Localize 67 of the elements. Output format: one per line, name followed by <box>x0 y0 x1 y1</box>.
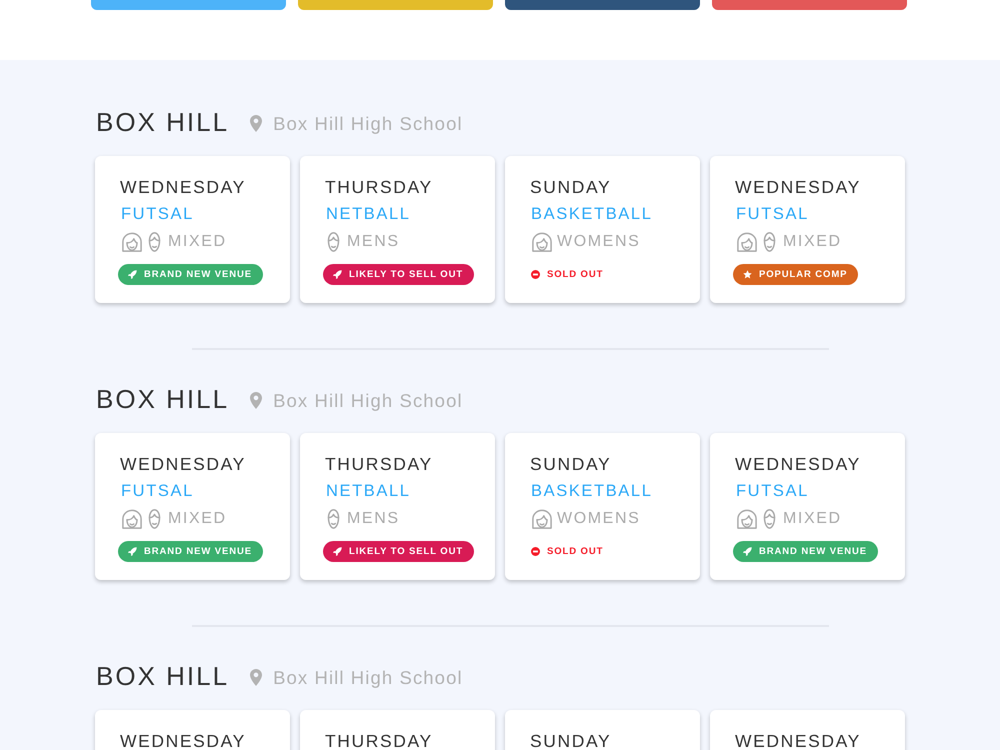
session-card[interactable]: SUNDAY <box>505 710 700 750</box>
session-card[interactable]: WEDNESDAY FUTSAL MIXED POPULAR COMP <box>710 156 905 303</box>
map-pin-icon <box>250 668 262 686</box>
day-label: WEDNESDAY <box>119 731 246 750</box>
category-button[interactable] <box>712 0 907 10</box>
category-button[interactable] <box>91 0 286 10</box>
map-pin-icon <box>250 392 262 408</box>
session-card[interactable]: WEDNESDAY FUTSAL MIXED BRAND NEW VENUE <box>95 433 290 580</box>
rocket-icon <box>333 547 342 556</box>
badge-text: BRAND NEW VENUE <box>144 268 252 282</box>
rocket-icon <box>333 270 342 279</box>
day-label: WEDNESDAY <box>119 177 246 197</box>
day-label: WEDNESDAY <box>734 177 861 197</box>
day-label: THURSDAY <box>324 177 433 197</box>
day-label: THURSDAY <box>324 454 433 474</box>
status-text: SOLD OUT <box>547 268 604 282</box>
sport-label: BASKETBALL <box>530 481 652 501</box>
audience-label: MIXED <box>168 232 227 252</box>
badge-text: POPULAR COMP <box>759 268 848 282</box>
audience-label: MIXED <box>168 509 227 529</box>
session-card[interactable]: SUNDAY BASKETBALL WOMENS SOLD OUT <box>505 156 700 303</box>
audience-label: MIXED <box>783 509 842 529</box>
rocket-icon <box>128 547 137 556</box>
day-label: SUNDAY <box>529 731 612 750</box>
audience-label: MENS <box>347 232 400 252</box>
sport-label: FUTSAL <box>735 204 809 224</box>
audience-label: MENS <box>347 509 400 529</box>
category-button[interactable] <box>298 0 493 10</box>
session-card[interactable]: THURSDAY NETBALL MENS LIKELY TO SELL OUT <box>300 156 495 303</box>
map-pin-icon <box>250 114 262 132</box>
rocket-icon <box>128 270 137 279</box>
audience-label: WOMENS <box>557 509 640 529</box>
category-button[interactable] <box>505 0 700 10</box>
badge-text: LIKELY TO SELL OUT <box>349 545 464 559</box>
venue-name: Box Hill High School <box>273 112 463 136</box>
session-card[interactable]: SUNDAY BASKETBALL WOMENS SOLD OUT <box>505 433 700 580</box>
sport-label: NETBALL <box>325 204 411 224</box>
sport-label: FUTSAL <box>120 204 194 224</box>
session-card[interactable]: WEDNESDAY FUTSAL MIXED BRAND NEW VENUE <box>710 433 905 580</box>
session-card[interactable]: THURSDAY NETBALL MENS LIKELY TO SELL OUT <box>300 433 495 580</box>
venue-name: Box Hill High School <box>273 388 463 413</box>
badge-text: BRAND NEW VENUE <box>759 545 867 559</box>
day-label: WEDNESDAY <box>734 454 861 474</box>
badge-text: LIKELY TO SELL OUT <box>349 268 464 282</box>
venue-name: Box Hill High School <box>273 666 463 690</box>
session-card[interactable]: THURSDAY <box>300 710 495 750</box>
day-label: WEDNESDAY <box>119 454 246 474</box>
sport-label: NETBALL <box>325 481 411 501</box>
location-title: BOX HILL <box>96 107 230 137</box>
audience-label: WOMENS <box>557 232 640 252</box>
status-text: SOLD OUT <box>547 545 604 559</box>
session-card[interactable]: WEDNESDAY FUTSAL MIXED BRAND NEW VENUE <box>95 156 290 303</box>
rocket-icon <box>743 547 752 556</box>
sport-label: FUTSAL <box>120 481 194 501</box>
day-label: THURSDAY <box>324 731 433 750</box>
audience-label: MIXED <box>783 232 842 252</box>
star-icon <box>743 270 752 279</box>
session-card[interactable]: WEDNESDAY <box>95 710 290 750</box>
day-label: SUNDAY <box>529 177 612 197</box>
sport-label: BASKETBALL <box>530 204 652 224</box>
sport-label: FUTSAL <box>735 481 809 501</box>
day-label: SUNDAY <box>529 454 612 474</box>
session-card[interactable]: WEDNESDAY <box>710 710 905 750</box>
day-label: WEDNESDAY <box>734 731 861 750</box>
location-title: BOX HILL <box>96 384 230 414</box>
location-title: BOX HILL <box>96 661 230 691</box>
badge-text: BRAND NEW VENUE <box>144 545 252 559</box>
